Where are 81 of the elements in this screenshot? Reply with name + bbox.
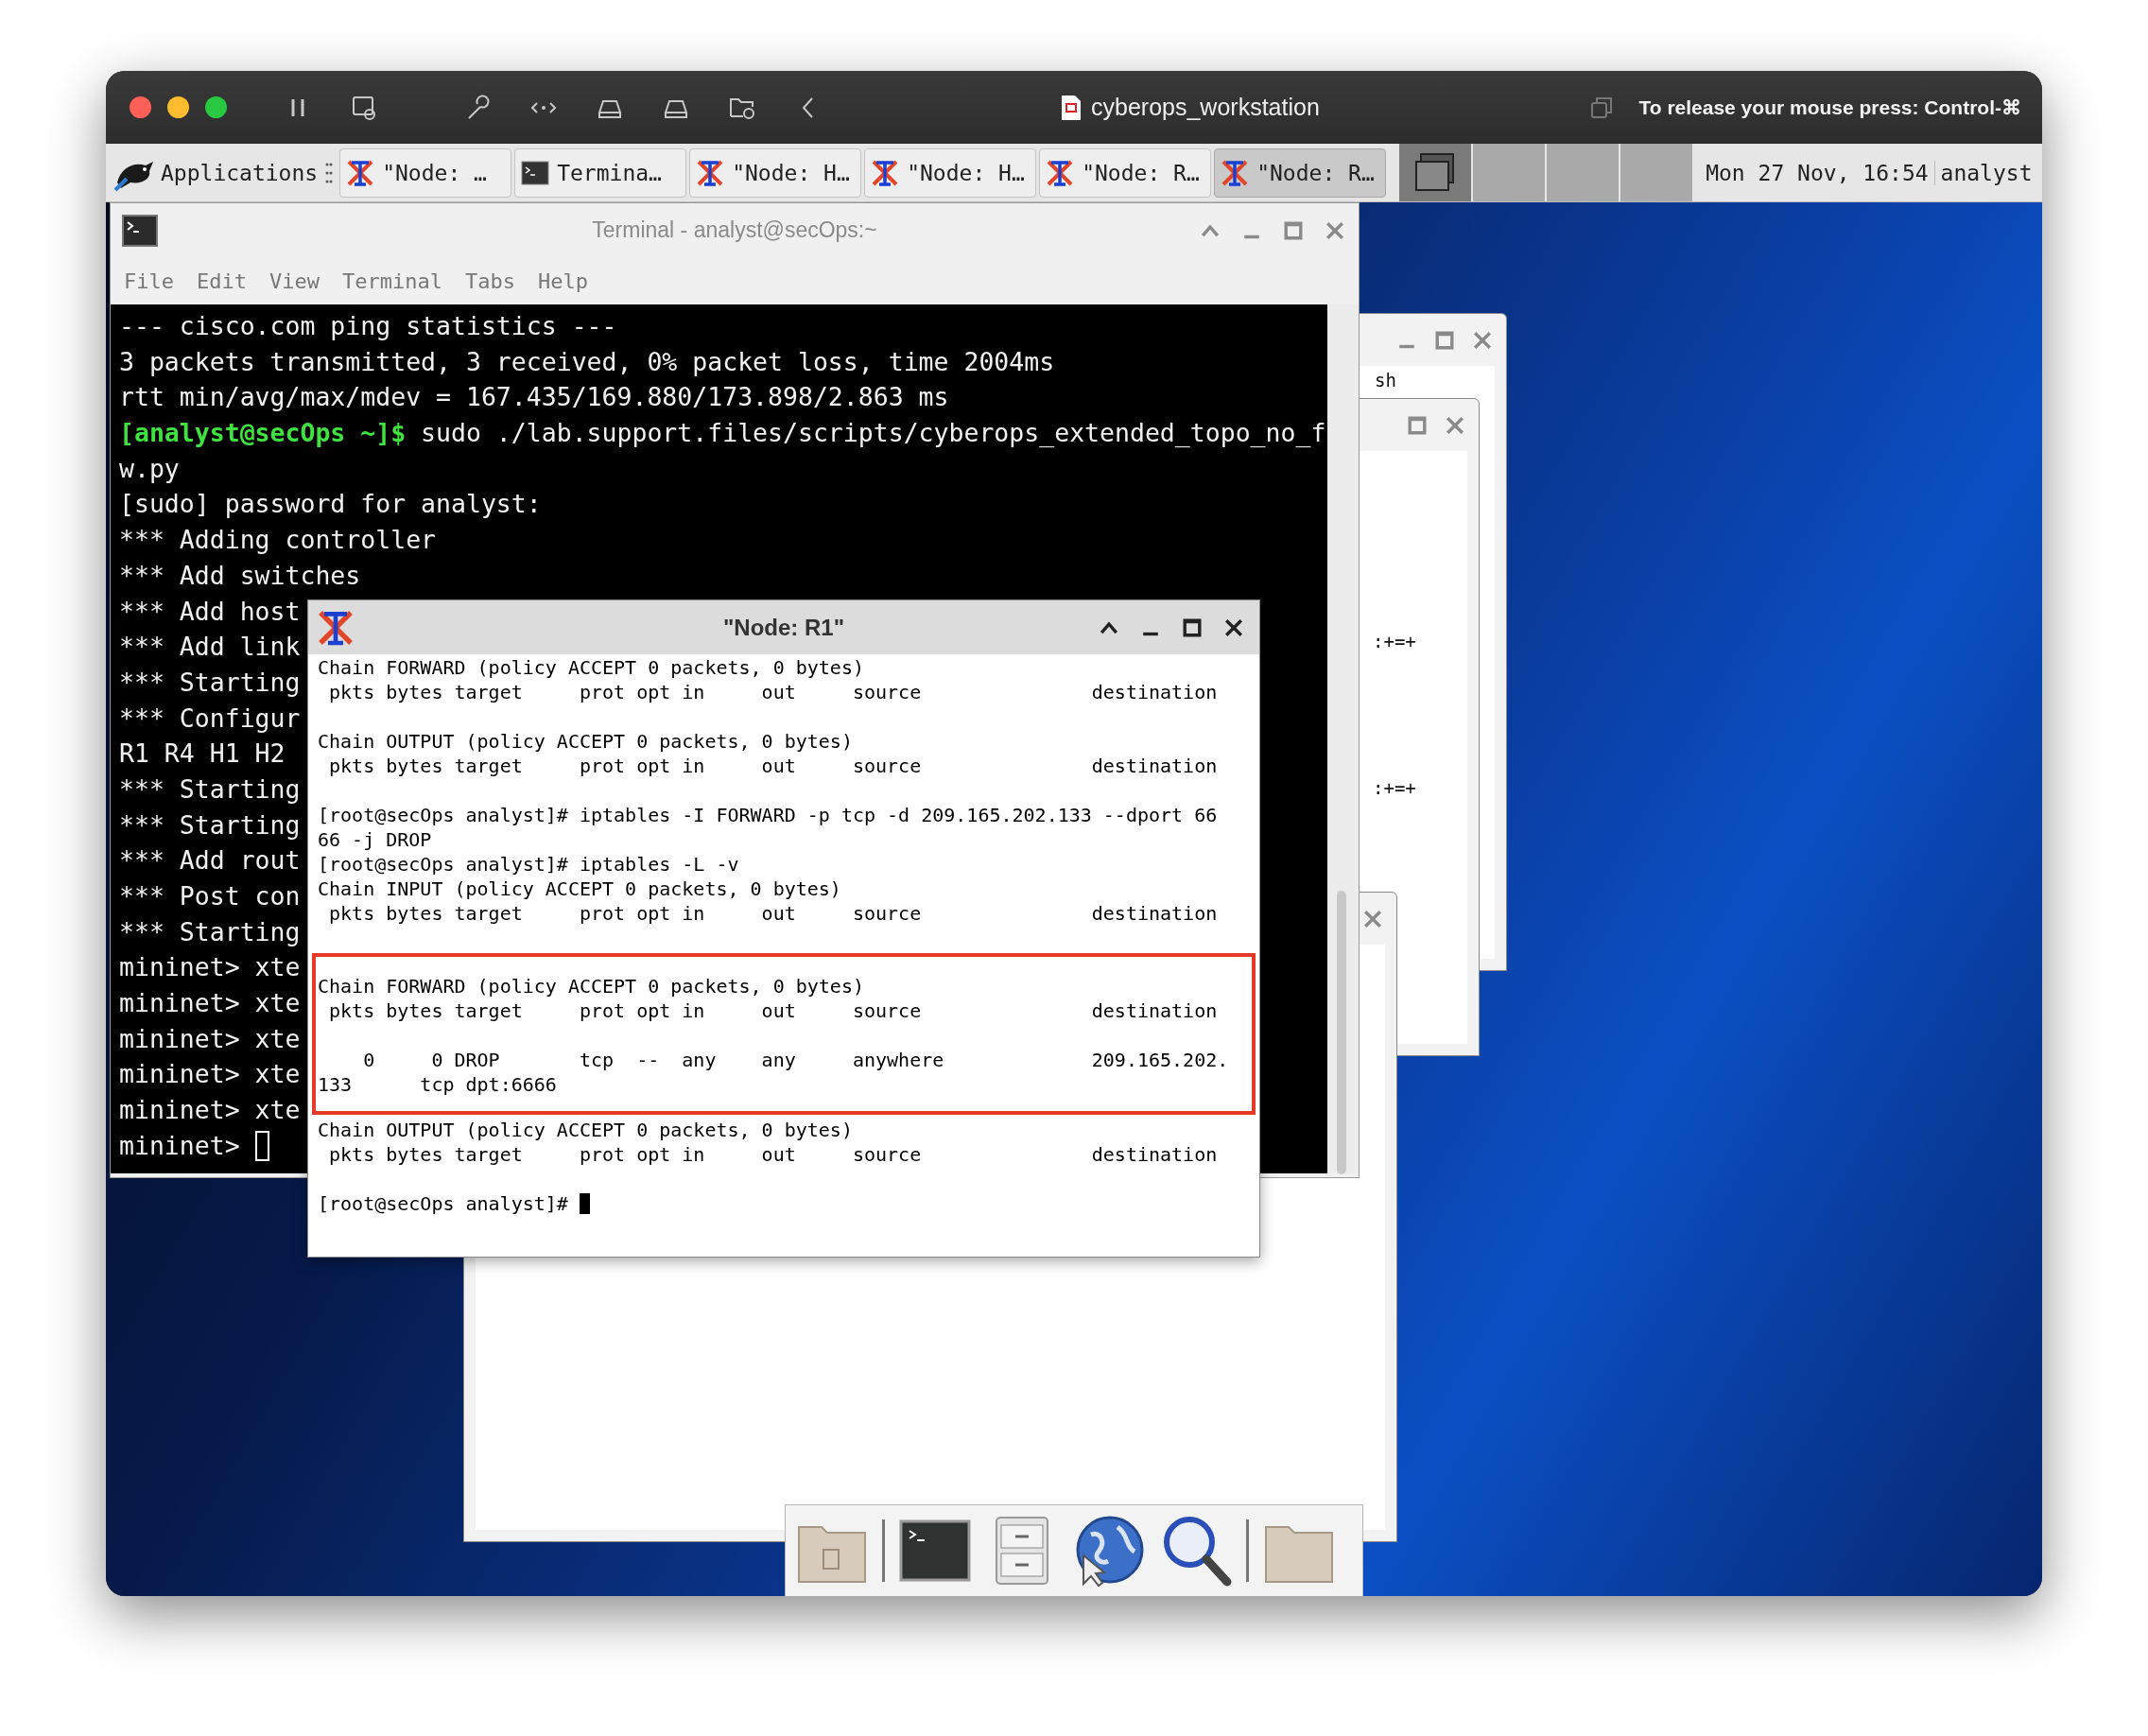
menu-item[interactable]: Help (537, 269, 588, 293)
terminal-line: Chain OUTPUT (policy ACCEPT 0 packets, 0 bytes) (318, 730, 853, 753)
terminal-line: *** Add switches (119, 559, 361, 592)
terminal-line: *** Starting (119, 773, 301, 806)
terminal-line: *** Starting (119, 666, 301, 699)
terminal-line: Chain INPUT (policy ACCEPT 0 packets, 0 bytes) (318, 877, 841, 900)
terminal-line: rtt min/avg/max/mdev = 167.435/169.880/173.898/2.863 ms (119, 381, 949, 414)
scrollbar[interactable] (1327, 304, 1359, 1173)
terminal-line: Chain FORWARD (policy ACCEPT 0 packets, 0 bytes) (318, 656, 864, 679)
menu-item[interactable]: Tabs (464, 269, 515, 293)
terminal-line: *** Add link (119, 631, 301, 664)
text-cursor (254, 1130, 269, 1161)
release-hint: To release your mouse press: Control-⌘ (1638, 95, 2021, 119)
terminal-line: 66 -j DROP (318, 828, 432, 851)
clock[interactable]: Mon 27 Nov, 16:54 (1700, 160, 1935, 185)
task-button[interactable]: Termina… (514, 148, 687, 198)
menu-item[interactable]: File (124, 269, 174, 293)
workspace-cell[interactable] (1397, 144, 1472, 201)
terminal-line: 0 0 DROP tcp -- any any anywhere 209.165.202. (362, 1049, 1229, 1071)
zoom-button[interactable] (205, 96, 227, 118)
terminal-line: mininet> (119, 1129, 240, 1162)
terminal-line: mininet> xte (119, 951, 301, 984)
terminal-line: pkts bytes target prot opt in out source destination (328, 755, 1218, 777)
terminal-line: *** Starting (119, 808, 301, 842)
window-title: "Node: R1" (722, 614, 845, 640)
minimize-button[interactable] (167, 96, 189, 118)
text-fragment: :+=+ (1373, 631, 1416, 651)
terminal-line: *** Adding controller (119, 524, 437, 557)
terminal-icon (122, 214, 158, 247)
terminal-line: w.py (119, 452, 180, 485)
x-logo-icon (1046, 158, 1075, 187)
terminal-line: R1 R4 H1 H2 (119, 738, 286, 771)
terminal-line: *** Configur (119, 702, 301, 735)
terminal-line: pkts bytes target prot opt in out source destination (328, 999, 1218, 1022)
terminal-line: mininet> xte (119, 1058, 301, 1091)
text-fragment: sh (1375, 370, 1396, 391)
x-logo-icon (346, 158, 375, 187)
x-logo-icon (696, 158, 725, 187)
window-title: Terminal - analyst@secOps:~ (592, 217, 877, 242)
applications-menu[interactable]: Applications (106, 144, 322, 201)
menu-item[interactable]: Edit (197, 269, 247, 293)
task-button[interactable]: "Node: R… (1039, 148, 1212, 198)
text-cursor (579, 1193, 590, 1214)
terminal-line: [root@secOps analyst]# iptables -I FORWARD -p tcp -d 209.165.202.133 --dport 66 (318, 804, 1218, 826)
terminal-line: Chain OUTPUT (policy ACCEPT 0 packets, 0 bytes) (318, 1119, 853, 1141)
terminal-line: --- cisco.com ping statistics --- (119, 310, 617, 342)
workspace-cell[interactable] (1471, 144, 1546, 201)
copy-icon[interactable] (1589, 95, 1615, 120)
terminal-line: [root@secOps analyst]# (318, 1191, 568, 1216)
terminal-line: pkts bytes target prot opt in out source destination (328, 681, 1218, 703)
terminal-line: [sudo] password for analyst: (119, 488, 542, 521)
menu-item[interactable]: View (268, 269, 320, 293)
menu-item[interactable]: Terminal (341, 269, 442, 293)
terminal-line: mininet> xte (119, 987, 301, 1020)
task-button[interactable]: "Node: H… (864, 148, 1037, 198)
terminal-line: [analyst@secOps ~]$ sudo ./lab.support.files/scripts/cyberops_extended_topo_no_f (119, 417, 1326, 450)
terminal-line: Chain FORWARD (policy ACCEPT 0 packets, 0 bytes) (318, 975, 864, 998)
workspace-cell[interactable] (1619, 144, 1693, 201)
terminal-line: [root@secOps analyst]# iptables -L -v (318, 853, 739, 876)
terminal-line: *** Add host (119, 595, 301, 628)
terminal-line: pkts bytes target prot opt in out source destination (328, 902, 1218, 925)
terminal-line: 133 tcp dpt:6666 (318, 1073, 557, 1096)
x-logo-icon (316, 608, 355, 647)
terminal-line: *** Starting (119, 915, 301, 948)
terminal-line: *** Add rout (119, 844, 301, 877)
x-logo-icon (871, 158, 900, 187)
terminal-icon (521, 160, 550, 185)
task-button[interactable]: "Node: … (339, 148, 512, 198)
text-fragment: :+=+ (1373, 777, 1416, 798)
terminal-line: mininet> xte (119, 1094, 301, 1127)
task-button[interactable]: "Node: R… (1214, 148, 1387, 198)
document-icon (1061, 94, 1082, 121)
terminal-line: 3 packets transmitted, 3 received, 0% packet loss, time 2004ms (119, 345, 1055, 378)
terminal-line: *** Post con (119, 880, 301, 912)
x-logo-icon (1221, 158, 1250, 187)
user-name[interactable]: analyst (1934, 160, 2033, 185)
host-window-title: cyberops_workstation (1091, 94, 1320, 121)
terminal-line: pkts bytes target prot opt in out source destination (328, 1143, 1218, 1166)
terminal-line: mininet> xte (119, 1022, 301, 1055)
workspace-cell[interactable] (1545, 144, 1620, 201)
task-button[interactable]: "Node: H… (689, 148, 862, 198)
